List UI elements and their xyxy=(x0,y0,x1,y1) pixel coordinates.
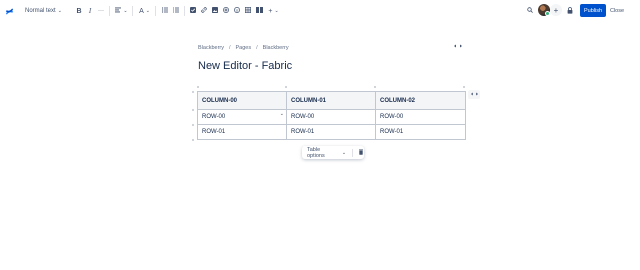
align-left-icon xyxy=(115,7,122,15)
mention-button[interactable] xyxy=(222,5,229,17)
table-cell[interactable]: ROW-00 xyxy=(375,109,466,125)
page-title[interactable]: New Editor - Fabric xyxy=(198,60,292,72)
column-insert-dot[interactable] xyxy=(463,86,465,88)
breadcrumb-separator: / xyxy=(228,45,231,51)
expand-width-icon xyxy=(454,44,462,50)
table-expand-width-button[interactable] xyxy=(468,90,480,99)
chevron-down-icon: ⌄ xyxy=(274,8,279,14)
publish-button[interactable]: Publish xyxy=(580,4,606,17)
table-icon xyxy=(244,6,251,15)
table-header-row: COLUMN-00 COLUMN-01 COLUMN-02 xyxy=(197,91,466,110)
chevron-down-icon: ⌄ xyxy=(57,8,62,14)
lock-icon xyxy=(567,6,573,16)
search-icon xyxy=(526,7,533,15)
table-row: ROW-01 ROW-01 ROW-01 xyxy=(197,124,466,140)
breadcrumb-item[interactable]: Pages xyxy=(236,45,252,51)
breadcrumb-item[interactable]: Blackberry xyxy=(263,45,289,51)
text-style-dropdown[interactable]: Normal text ⌄ xyxy=(25,5,63,17)
bullet-list-button[interactable] xyxy=(161,5,168,17)
link-button[interactable] xyxy=(200,5,207,17)
chevron-down-icon: ⌄ xyxy=(145,8,150,14)
image-button[interactable] xyxy=(211,5,218,17)
numbered-list-button[interactable] xyxy=(172,5,179,17)
toolbar-divider xyxy=(184,6,185,16)
emoji-button[interactable] xyxy=(233,5,240,17)
text-color-button[interactable]: A ⌄ xyxy=(138,5,151,17)
toolbar-divider xyxy=(155,6,156,16)
chevron-down-icon: ⌄ xyxy=(123,8,128,14)
chevron-down-icon: ⌄ xyxy=(341,149,347,156)
invite-collaborator-button[interactable]: + xyxy=(550,4,562,16)
bullet-list-icon xyxy=(161,7,168,15)
close-button[interactable]: Close xyxy=(609,4,625,17)
trash-icon xyxy=(358,149,364,157)
toolbar-divider xyxy=(109,6,110,16)
breadcrumb: Blackberry / Pages / Blackberry xyxy=(198,44,289,52)
checkbox-icon xyxy=(189,7,196,15)
emoji-icon xyxy=(233,7,240,15)
presence-badge xyxy=(545,11,550,16)
insert-button[interactable]: + ⌄ xyxy=(267,5,280,17)
table-cell[interactable]: ROW-01 xyxy=(286,124,376,140)
table-options-button[interactable]: Table options xyxy=(307,147,339,159)
row-insert-dot[interactable] xyxy=(192,124,194,126)
row-insert-dot[interactable] xyxy=(192,91,194,93)
expand-width-icon xyxy=(470,92,478,98)
breadcrumb-separator: / xyxy=(256,45,258,51)
layout-icon xyxy=(255,7,263,15)
italic-button[interactable]: I xyxy=(86,5,94,17)
table-cell[interactable]: ROW-01 xyxy=(375,124,466,140)
more-formatting-button[interactable]: ··· xyxy=(97,5,105,17)
table-floating-toolbar: Table options ⌄ xyxy=(302,146,364,159)
align-button[interactable]: ⌄ xyxy=(115,5,128,17)
bold-button[interactable]: B xyxy=(75,5,83,17)
mention-icon xyxy=(222,7,229,15)
task-button[interactable] xyxy=(189,5,196,17)
table-cell[interactable]: ROW-01 xyxy=(197,124,287,140)
column-insert-dot[interactable] xyxy=(285,86,287,88)
row-insert-dot[interactable] xyxy=(192,109,194,111)
text-color-icon: A xyxy=(139,7,144,15)
numbered-list-icon xyxy=(172,7,179,15)
toolbar-divider xyxy=(352,148,353,157)
restrictions-button[interactable] xyxy=(566,5,574,17)
table-cell-text: ROW-00 xyxy=(202,114,226,120)
column-controls xyxy=(197,86,465,90)
link-icon xyxy=(200,7,207,15)
table-header-cell[interactable]: COLUMN-00 xyxy=(197,91,287,110)
confluence-logo-icon[interactable] xyxy=(4,5,14,17)
delete-table-button[interactable] xyxy=(358,149,364,157)
image-icon xyxy=(211,7,218,15)
text-style-label: Normal text xyxy=(25,8,56,14)
expand-width-button[interactable] xyxy=(452,42,464,52)
cell-options-chevron-icon[interactable]: ⌄ xyxy=(280,111,284,117)
plus-icon: + xyxy=(268,7,273,15)
table-button[interactable] xyxy=(244,5,251,17)
table-row: ROW-00 ⌄ ROW-00 ROW-00 xyxy=(197,109,466,125)
table-header-cell[interactable]: COLUMN-02 xyxy=(375,91,466,110)
column-insert-dot[interactable] xyxy=(374,86,376,88)
row-controls xyxy=(191,91,196,141)
layout-button[interactable] xyxy=(255,5,263,17)
column-insert-dot[interactable] xyxy=(197,86,199,88)
row-insert-dot[interactable] xyxy=(192,139,194,141)
table-cell[interactable]: ROW-00 xyxy=(286,109,376,125)
toolbar-divider xyxy=(132,6,133,16)
table-header-cell[interactable]: COLUMN-01 xyxy=(286,91,376,110)
breadcrumb-item[interactable]: Blackberry xyxy=(198,45,224,51)
search-button[interactable] xyxy=(525,5,534,17)
table-cell[interactable]: ROW-00 ⌄ xyxy=(197,109,287,125)
table: COLUMN-00 COLUMN-01 COLUMN-02 ROW-00 ⌄ R… xyxy=(197,91,466,140)
